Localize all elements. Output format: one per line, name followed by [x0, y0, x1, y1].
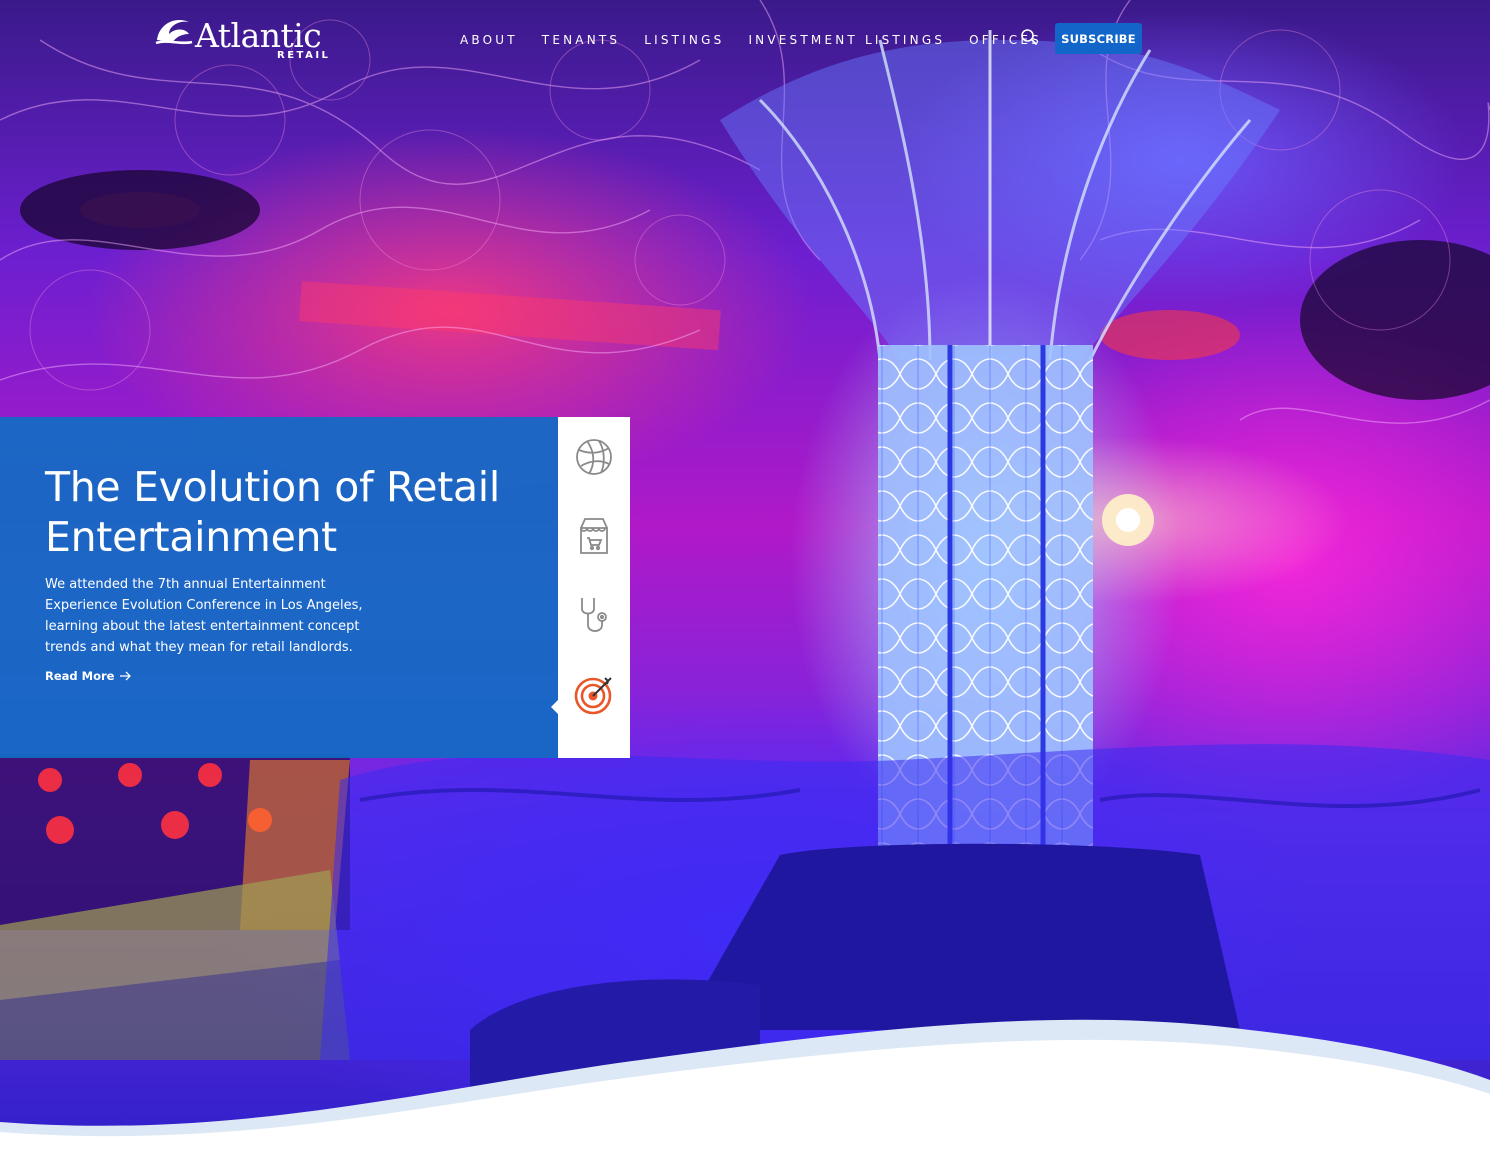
search-button[interactable]: [1020, 28, 1038, 46]
arrow-right-icon: [120, 671, 132, 681]
category-tab-medical[interactable]: [574, 595, 614, 635]
brand-logo[interactable]: Atlantic RETAIL: [155, 10, 335, 65]
main-navigation: ABOUT TENANTS LISTINGS INVESTMENT LISTIN…: [460, 30, 1066, 50]
feature-description: We attended the 7th annual Entertainment…: [45, 577, 363, 655]
bottom-wave-divider: [0, 1019, 1490, 1170]
nav-item-tenants[interactable]: TENANTS: [542, 33, 620, 47]
subscribe-button[interactable]: SUBSCRIBE: [1055, 23, 1142, 54]
read-more-link[interactable]: Read More: [45, 669, 132, 683]
nav-item-investment-listings[interactable]: INVESTMENT LISTINGS: [748, 33, 945, 47]
category-tab-sports[interactable]: [574, 437, 614, 477]
feature-title: The Evolution of Retail Entertainment: [45, 463, 500, 561]
search-icon: [1021, 29, 1037, 45]
nav-item-about[interactable]: ABOUT: [460, 33, 518, 47]
stethoscope-icon: [581, 598, 607, 632]
logo-subtitle: RETAIL: [277, 50, 331, 61]
feature-card: The Evolution of Retail Entertainment We…: [0, 417, 558, 758]
target-icon: [574, 677, 612, 715]
read-more-label: Read More: [45, 669, 115, 683]
nav-item-listings[interactable]: LISTINGS: [644, 33, 724, 47]
basketball-icon: [576, 439, 612, 475]
category-tab-retail[interactable]: [574, 516, 614, 556]
category-tab-entertainment[interactable]: [574, 675, 614, 715]
category-icon-bar: [558, 417, 630, 758]
storefront-cart-icon: [580, 518, 608, 554]
wave-logo-icon: [155, 20, 193, 45]
active-category-pointer: [551, 700, 558, 714]
